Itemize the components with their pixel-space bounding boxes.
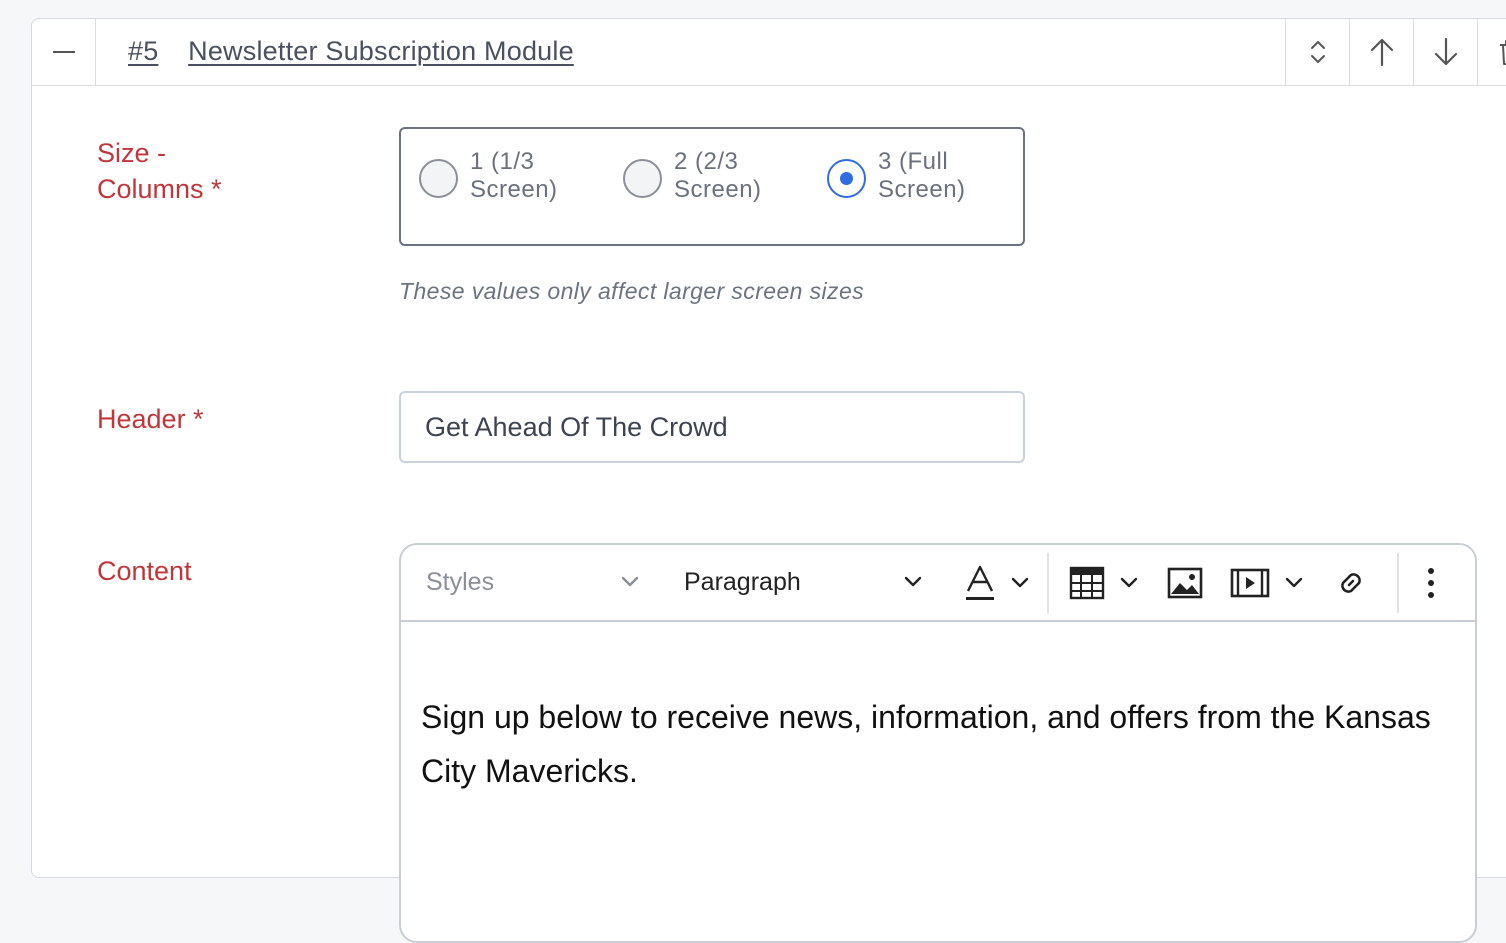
text-color-button[interactable] [964,545,1036,620]
chevron-up-down-icon [1309,38,1327,66]
reorder-button[interactable] [1285,19,1349,85]
module-title-text: Newsletter Subscription Module [188,36,574,66]
move-up-button[interactable] [1349,19,1413,85]
styles-dropdown[interactable]: Styles [426,545,641,620]
block-format-label: Paragraph [684,568,801,597]
text-color-icon [964,563,996,603]
size-option-1[interactable]: 1 (1/3 Screen) [419,148,580,204]
content-label: Content [97,553,192,589]
arrow-up-icon [1369,37,1395,67]
module-header: #5 Newsletter Subscription Module [32,19,1506,86]
size-radio-group: 1 (1/3 Screen) 2 (2/3 Screen) 3 (Full Sc… [399,127,1025,246]
size-option-label: 2 (2/3 Screen) [674,148,784,204]
header-input[interactable]: Get Ahead Of The Crowd [399,391,1025,463]
collapse-button[interactable] [32,19,96,85]
chevron-down-icon [1119,576,1139,590]
video-icon [1230,568,1270,598]
minus-icon [53,50,75,54]
arrow-down-icon [1433,37,1459,67]
radio-button[interactable] [623,159,662,198]
link-icon [1335,567,1367,599]
insert-link-button[interactable] [1335,545,1369,620]
image-icon [1167,567,1203,599]
chevron-down-icon [903,575,923,589]
module-title[interactable]: #5 Newsletter Subscription Module [128,36,574,67]
block-format-dropdown[interactable]: Paragraph [684,545,924,620]
chevron-down-icon [1284,576,1304,590]
radio-button[interactable] [419,159,458,198]
trash-icon [1497,37,1506,67]
size-option-3[interactable]: 3 (Full Screen) [827,148,988,204]
move-down-button[interactable] [1413,19,1477,85]
editor-toolbar: Styles Paragraph [401,545,1475,622]
toolbar-divider [1047,553,1049,613]
newsletter-module-card: #5 Newsletter Subscription Module Size -… [31,18,1506,878]
table-button[interactable] [1069,545,1144,620]
toolbar-divider [1397,553,1399,613]
styles-dropdown-label: Styles [426,568,494,597]
size-option-label: 1 (1/3 Screen) [470,148,580,204]
radio-button-selected[interactable] [827,159,866,198]
insert-image-button[interactable] [1167,545,1205,620]
table-icon [1069,566,1105,600]
chevron-down-icon [1010,576,1030,590]
size-option-2[interactable]: 2 (2/3 Screen) [623,148,784,204]
size-option-label: 3 (Full Screen) [878,148,988,204]
editor-content[interactable]: Sign up below to receive news, informati… [421,690,1451,798]
delete-button[interactable] [1477,19,1506,85]
more-vertical-icon [1427,567,1435,599]
insert-media-button[interactable] [1230,545,1325,620]
size-columns-label: Size - Columns * [97,135,222,207]
more-options-button[interactable] [1427,545,1447,620]
chevron-down-icon [620,575,640,589]
rich-text-editor: Styles Paragraph [399,543,1477,943]
header-label: Header * [97,401,204,437]
size-hint: These values only affect larger screen s… [399,278,864,305]
module-number: #5 [128,36,158,66]
